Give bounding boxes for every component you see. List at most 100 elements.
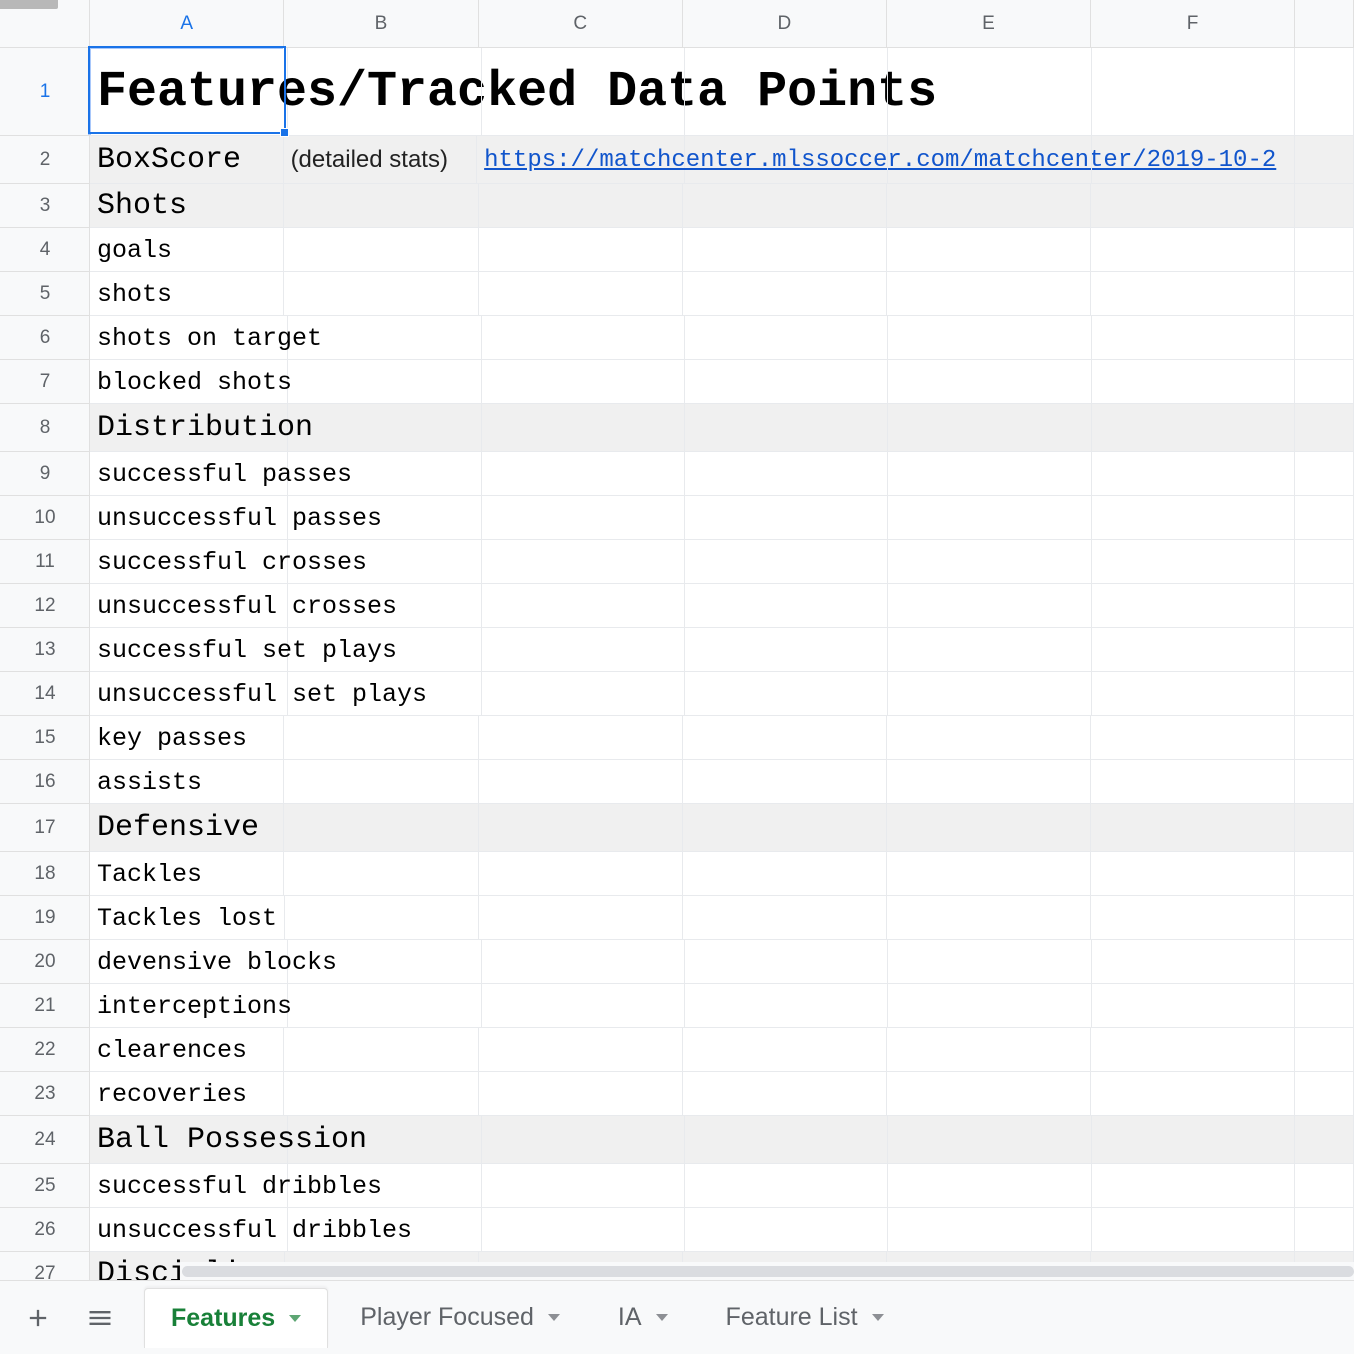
row-header-6[interactable]: 6 xyxy=(0,316,90,360)
tab-ia[interactable]: IA xyxy=(592,1288,694,1348)
cell-12[interactable] xyxy=(1295,584,1354,628)
cell-B23[interactable] xyxy=(284,1072,478,1116)
row-header-3[interactable]: 3 xyxy=(0,184,90,228)
tab-features[interactable]: Features xyxy=(144,1288,328,1348)
cell-B10[interactable] xyxy=(288,496,482,540)
cell-D14[interactable] xyxy=(685,672,888,716)
cell-C23[interactable] xyxy=(479,1072,683,1116)
cell-A13[interactable]: successful set plays xyxy=(90,628,288,672)
cell-F21[interactable] xyxy=(1092,984,1295,1028)
cell-18[interactable] xyxy=(1295,852,1354,896)
cell-B18[interactable] xyxy=(284,852,478,896)
row-header-23[interactable]: 23 xyxy=(0,1072,90,1116)
row-header-27[interactable]: 27 xyxy=(0,1252,90,1280)
cell-A20[interactable]: devensive blocks xyxy=(90,940,288,984)
cell-A18[interactable]: Tackles xyxy=(90,852,284,896)
cell-D1[interactable] xyxy=(685,48,888,136)
cell-A12[interactable]: unsuccessful crosses xyxy=(90,584,288,628)
cell-A10[interactable]: unsuccessful passes xyxy=(90,496,288,540)
cell-F14[interactable] xyxy=(1092,672,1295,716)
cell-A21[interactable]: interceptions xyxy=(90,984,288,1028)
cell-D19[interactable] xyxy=(683,896,887,940)
cell-D3[interactable] xyxy=(683,184,887,228)
cell-F22[interactable] xyxy=(1091,1028,1295,1072)
cell-A16[interactable]: assists xyxy=(90,760,284,804)
cell-D7[interactable] xyxy=(685,360,888,404)
chevron-down-icon[interactable] xyxy=(548,1314,560,1321)
cell-D26[interactable] xyxy=(685,1208,888,1252)
cell-A25[interactable]: successful dribbles xyxy=(90,1164,288,1208)
cell-E1[interactable] xyxy=(888,48,1091,136)
column-header-B[interactable]: B xyxy=(284,0,478,48)
cell-E4[interactable] xyxy=(887,228,1091,272)
cell-A2[interactable]: BoxScore xyxy=(90,136,284,184)
cell-B11[interactable] xyxy=(288,540,482,584)
cell-E24[interactable] xyxy=(888,1116,1091,1164)
chevron-down-icon[interactable] xyxy=(289,1315,301,1322)
row-header-9[interactable]: 9 xyxy=(0,452,90,496)
cell-A11[interactable]: successful crosses xyxy=(90,540,288,584)
cell-B17[interactable] xyxy=(284,804,478,852)
cell-A14[interactable]: unsuccessful set plays xyxy=(90,672,288,716)
chevron-down-icon[interactable] xyxy=(656,1314,668,1321)
cell-B8[interactable] xyxy=(288,404,482,452)
cell-F2[interactable] xyxy=(1092,136,1295,184)
cell-B16[interactable] xyxy=(284,760,478,804)
cell-C22[interactable] xyxy=(479,1028,683,1072)
row-header-1[interactable]: 1 xyxy=(0,48,90,136)
cell-E15[interactable] xyxy=(887,716,1091,760)
cell-A26[interactable]: unsuccessful dribbles xyxy=(90,1208,288,1252)
cell-E23[interactable] xyxy=(887,1072,1091,1116)
cell-E7[interactable] xyxy=(888,360,1091,404)
cell-1[interactable] xyxy=(1295,48,1354,136)
cell-D16[interactable] xyxy=(683,760,887,804)
cell-E5[interactable] xyxy=(887,272,1091,316)
cell-B2[interactable]: (detailed stats) xyxy=(284,136,478,184)
cell-A22[interactable]: clearences xyxy=(90,1028,284,1072)
cell-E19[interactable] xyxy=(887,896,1091,940)
cell-C17[interactable] xyxy=(479,804,683,852)
cell-E25[interactable] xyxy=(888,1164,1091,1208)
row-header-20[interactable]: 20 xyxy=(0,940,90,984)
cell-D10[interactable] xyxy=(685,496,888,540)
row-header-8[interactable]: 8 xyxy=(0,404,90,452)
column-header-A[interactable]: A xyxy=(90,0,284,48)
cell-F19[interactable] xyxy=(1091,896,1295,940)
cell-E14[interactable] xyxy=(888,672,1091,716)
cell-F16[interactable] xyxy=(1091,760,1295,804)
cell-C18[interactable] xyxy=(479,852,683,896)
cell-D22[interactable] xyxy=(683,1028,887,1072)
cell-C26[interactable] xyxy=(482,1208,685,1252)
horizontal-scrollbar[interactable] xyxy=(180,1262,1354,1280)
cell-B22[interactable] xyxy=(284,1028,478,1072)
cell-2[interactable] xyxy=(1295,136,1354,184)
row-header-22[interactable]: 22 xyxy=(0,1028,90,1072)
row-header-13[interactable]: 13 xyxy=(0,628,90,672)
cell-F4[interactable] xyxy=(1091,228,1295,272)
cell-F10[interactable] xyxy=(1092,496,1295,540)
cell-21[interactable] xyxy=(1295,984,1354,1028)
cell-D23[interactable] xyxy=(683,1072,887,1116)
cell-D2[interactable] xyxy=(685,136,888,184)
cell-B15[interactable] xyxy=(284,716,478,760)
row-header-21[interactable]: 21 xyxy=(0,984,90,1028)
cell-A24[interactable]: Ball Possession xyxy=(90,1116,288,1164)
cell-C1[interactable] xyxy=(482,48,685,136)
cell-F13[interactable] xyxy=(1092,628,1295,672)
row-header-15[interactable]: 15 xyxy=(0,716,90,760)
cell-14[interactable] xyxy=(1295,672,1354,716)
cell-A15[interactable]: key passes xyxy=(90,716,284,760)
cell-C25[interactable] xyxy=(482,1164,685,1208)
cell-23[interactable] xyxy=(1295,1072,1354,1116)
cell-A6[interactable]: shots on target xyxy=(90,316,288,360)
cell-F17[interactable] xyxy=(1091,804,1295,852)
cell-B12[interactable] xyxy=(288,584,482,628)
row-header-16[interactable]: 16 xyxy=(0,760,90,804)
cell-C6[interactable] xyxy=(482,316,685,360)
cell-A7[interactable]: blocked shots xyxy=(90,360,288,404)
cell-E13[interactable] xyxy=(888,628,1091,672)
cell-E26[interactable] xyxy=(888,1208,1091,1252)
row-header-2[interactable]: 2 xyxy=(0,136,90,184)
cell-D8[interactable] xyxy=(685,404,888,452)
row-header-14[interactable]: 14 xyxy=(0,672,90,716)
